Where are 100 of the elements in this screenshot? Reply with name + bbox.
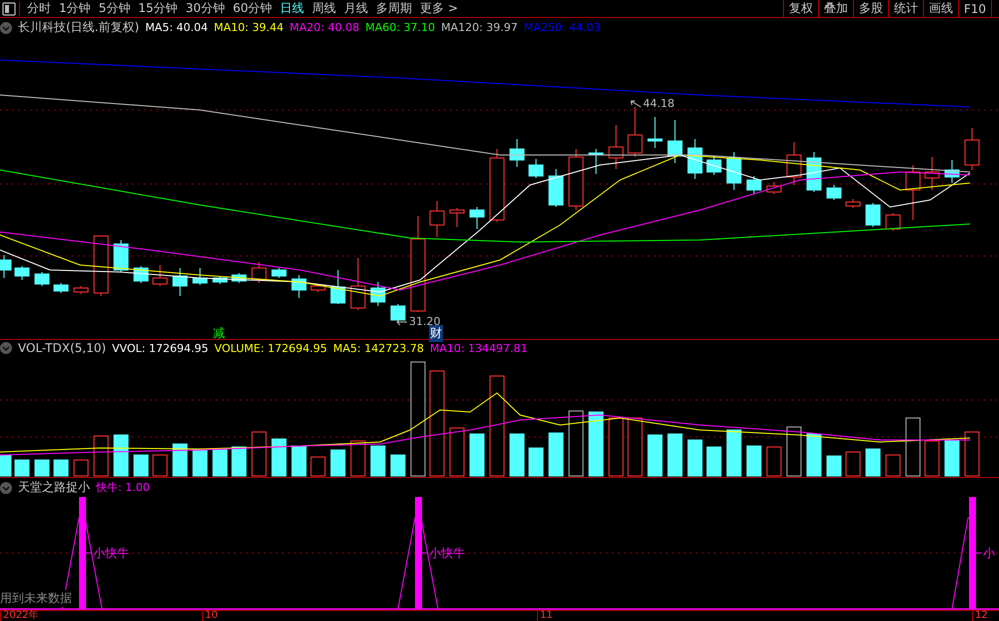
volume-bar [292,446,306,476]
period-tab[interactable]: 1分钟 [55,0,95,17]
candlestick [114,240,128,272]
period-tab[interactable]: 月线 [340,0,372,17]
candlestick [330,270,346,304]
volume-bar [172,444,188,476]
volume-bar [212,450,228,476]
candlestick [450,208,464,228]
warning-note: 用到未来数据 [0,590,72,607]
indicator-value: MA20: 40.08 [290,21,360,34]
volume-bar [272,438,286,476]
volume-bar [252,432,266,476]
signal-label: 小快牛 [93,545,129,562]
candlestick [528,158,544,178]
candlestick [866,202,880,228]
volume-bar [944,440,960,476]
date-label: 2022年 [0,611,38,621]
candlestick [668,120,682,164]
date-label: 10 [202,611,218,621]
indicator-value: MA120: 39.97 [441,21,518,34]
volume-bar [648,434,662,476]
toolbar-button[interactable]: 画线 [922,0,958,17]
volume-bar [846,452,860,476]
price-label: 31.20 [409,315,440,328]
volume-bar [152,454,168,476]
panel-toggle-icon[interactable] [2,2,20,16]
toolbar-button[interactable]: 复权 [782,0,818,17]
volume-bar [806,434,822,476]
volume-bar [688,440,702,476]
volume-bar [34,460,50,476]
indicator-title: 长川科技(日线.前复权) [18,19,140,36]
period-tab[interactable]: 日线 [276,0,308,17]
candlestick [886,212,900,232]
candlestick [390,304,406,320]
indicator-title: VOL-TDX(5,10) [18,341,106,355]
arrow-icon [396,316,408,326]
toolbar-button[interactable]: F10 [958,0,991,17]
volume-bar [14,460,30,476]
candlestick [34,272,50,286]
arrow-icon [630,98,642,108]
volume-bar [134,454,148,476]
candlestick [706,156,722,176]
candlestick [608,124,624,170]
indicator-value: 快牛: 1.00 [96,480,150,495]
candlestick [628,106,642,158]
candlestick [746,176,762,194]
date-label: 11 [537,611,553,621]
volume-bar [232,446,246,476]
candlestick [292,274,306,298]
indicator-value: VOLUME: 172694.95 [214,342,328,354]
volume-bar [114,434,128,476]
period-tab[interactable]: 分时 [23,0,55,17]
volume-bar [548,432,564,476]
period-tab[interactable]: 60分钟 [228,0,276,17]
indicator-value: VVOL: 172694.95 [112,342,208,354]
collapse-icon[interactable] [0,482,12,494]
candlestick [688,138,702,180]
period-tab[interactable]: 多周期 [372,0,416,17]
period-tab[interactable]: 周线 [308,0,340,17]
candlestick [212,276,228,284]
volume-bar [866,448,880,476]
volume-bar [906,418,920,476]
toolbar-button[interactable]: 叠加 [818,0,853,17]
period-tab[interactable]: 更多 > [416,0,462,17]
volume-bar [470,434,484,476]
candlestick [350,258,366,310]
period-tab[interactable]: 5分钟 [94,0,134,17]
period-tab[interactable]: 30分钟 [182,0,229,17]
volume-bar [74,460,88,476]
candlestick [232,272,246,284]
period-tab[interactable]: 15分钟 [134,0,182,17]
candlestick [924,156,940,190]
price-label: 44.18 [643,97,674,110]
volume-bar [964,432,980,476]
indicator-value: MA5: 40.04 [145,21,208,34]
candlestick [510,138,524,168]
volume-bar [192,450,208,476]
signal-label: 小快牛 [429,545,465,562]
volume-bar [390,454,406,476]
volume-bar [628,418,642,476]
candlestick [964,128,980,170]
volume-bar [450,428,464,476]
candlestick [14,266,30,280]
volume-bar [370,446,386,476]
indicator-value: MA10: 39.44 [214,21,284,34]
collapse-icon[interactable] [0,342,12,354]
volume-bar [668,434,682,476]
candlestick [766,182,782,194]
volume-bar [588,412,604,476]
collapse-icon[interactable] [0,22,12,34]
candlestick [370,282,386,306]
candlestick [648,116,662,148]
candlestick [470,206,484,230]
toolbar-button[interactable]: 多股 [852,0,888,17]
candlestick [568,148,584,210]
toolbar-button[interactable]: 统计 [888,0,923,17]
volume-bar [924,440,940,476]
candlestick [726,152,742,190]
signal-label: 小 [983,545,995,562]
volume-bar [94,436,108,476]
